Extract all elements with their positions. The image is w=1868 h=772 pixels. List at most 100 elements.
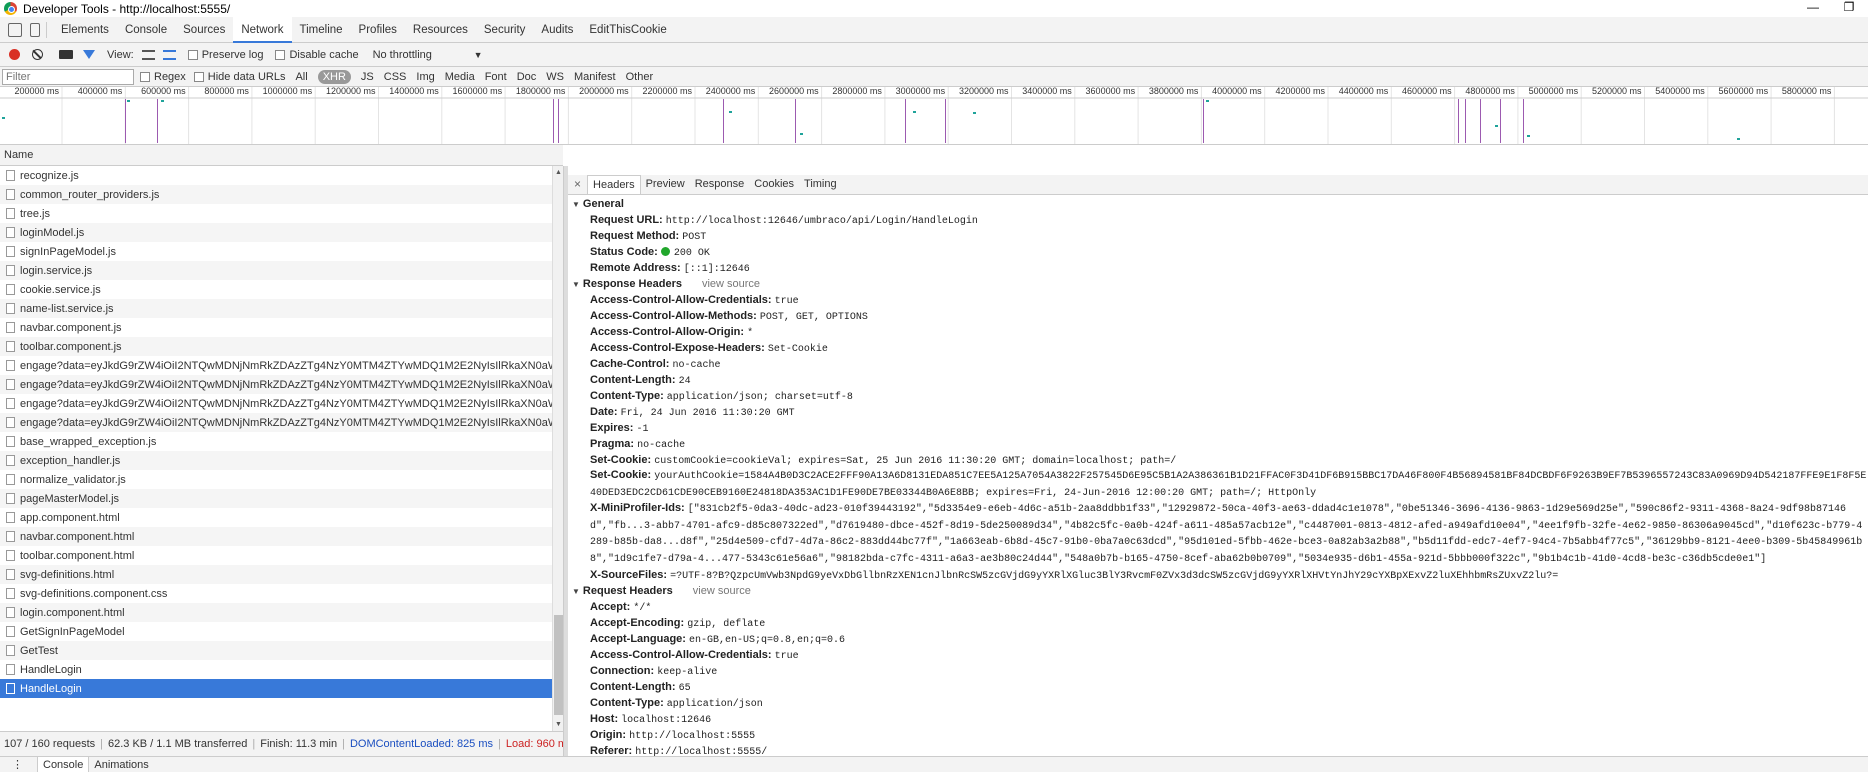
panel-tab-elements[interactable]: Elements <box>53 17 117 43</box>
scroll-up-icon[interactable]: ▲ <box>555 169 562 176</box>
request-row[interactable]: name-list.service.js <box>0 299 552 318</box>
clear-icon[interactable] <box>32 49 43 60</box>
drawer-menu-icon[interactable]: ⋮ <box>12 758 23 771</box>
request-row[interactable]: toolbar.component.js <box>0 337 552 356</box>
tab-timing[interactable]: Timing <box>799 175 842 194</box>
header-row: X-MiniProfiler-Ids: ["831cb2f5-0da3-40dc… <box>568 501 1868 567</box>
request-row[interactable]: engage?data=eyJkdG9rZW4iOiI2NTQwMDNjNmRk… <box>0 413 552 432</box>
header-value: http://localhost:12646/umbraco/api/Login… <box>665 216 978 227</box>
panel-tab-security[interactable]: Security <box>476 17 534 43</box>
request-row[interactable]: svg-definitions.html <box>0 565 552 584</box>
minimize-button[interactable]: — <box>1798 0 1828 17</box>
panel-tab-audits[interactable]: Audits <box>533 17 581 43</box>
request-row[interactable]: GetSignInPageModel <box>0 622 552 641</box>
request-row[interactable]: login.service.js <box>0 261 552 280</box>
record-icon[interactable] <box>9 49 20 60</box>
overview-tick-label: 5800000 ms <box>1782 87 1832 96</box>
panel-tab-timeline[interactable]: Timeline <box>292 17 351 43</box>
type-filter-ws[interactable]: WS <box>546 71 564 83</box>
preserve-log-checkbox[interactable]: Preserve log <box>187 49 263 61</box>
tab-headers[interactable]: Headers <box>587 175 641 194</box>
overview-request-mark <box>1737 138 1740 140</box>
overview-request-mark <box>1527 135 1530 137</box>
view-source-link[interactable]: view source <box>693 585 751 597</box>
tab-cookies[interactable]: Cookies <box>749 175 799 194</box>
request-row[interactable]: GetTest <box>0 641 552 660</box>
panel-tab-console[interactable]: Console <box>117 17 175 43</box>
request-row[interactable]: cookie.service.js <box>0 280 552 299</box>
panel-tab-resources[interactable]: Resources <box>405 17 476 43</box>
close-details-icon[interactable]: × <box>574 177 581 191</box>
request-row[interactable]: base_wrapped_exception.js <box>0 432 552 451</box>
request-row[interactable]: normalize_validator.js <box>0 470 552 489</box>
regex-checkbox[interactable]: Regex <box>140 71 186 83</box>
panel-tab-profiles[interactable]: Profiles <box>351 17 405 43</box>
tab-response[interactable]: Response <box>690 175 750 194</box>
request-row[interactable]: exception_handler.js <box>0 451 552 470</box>
request-row[interactable]: HandleLogin <box>0 679 552 698</box>
large-rows-icon[interactable] <box>141 49 155 60</box>
request-row[interactable]: engage?data=eyJkdG9rZW4iOiI2NTQwMDNjNmRk… <box>0 356 552 375</box>
request-row[interactable]: loginModel.js <box>0 223 552 242</box>
filter-icon[interactable] <box>83 50 95 59</box>
overview-tick-label: 2800000 ms <box>832 87 882 96</box>
type-filter-other[interactable]: Other <box>626 71 654 83</box>
request-row[interactable]: toolbar.component.html <box>0 546 552 565</box>
header-value: [::1]:12646 <box>683 264 750 275</box>
drawer-tab-animations[interactable]: Animations <box>89 757 153 772</box>
scroll-down-icon[interactable]: ▼ <box>555 721 562 728</box>
request-row[interactable]: tree.js <box>0 204 552 223</box>
request-row[interactable]: recognize.js <box>0 166 552 185</box>
type-filter-js[interactable]: JS <box>361 71 374 83</box>
general-section-header[interactable]: ▼ General <box>568 196 1868 212</box>
request-row[interactable]: engage?data=eyJkdG9rZW4iOiI2NTQwMDNjNmRk… <box>0 375 552 394</box>
network-overview[interactable]: 200000 ms 400000 ms 600000 ms 800000 ms 1000… <box>0 87 1868 145</box>
panel-tab-network[interactable]: Network <box>233 16 292 43</box>
request-row[interactable]: navbar.component.html <box>0 527 552 546</box>
type-filter-img[interactable]: Img <box>416 71 434 83</box>
request-row[interactable]: HandleLogin <box>0 660 552 679</box>
hide-data-urls-checkbox[interactable]: Hide data URLs <box>193 71 285 83</box>
request-row[interactable]: engage?data=eyJkdG9rZW4iOiI2NTQwMDNjNmRk… <box>0 394 552 413</box>
drawer-tab-console[interactable]: Console <box>37 756 90 772</box>
request-row[interactable]: svg-definitions.component.css <box>0 584 552 603</box>
header-name: Accept-Language: <box>590 633 686 645</box>
panel-tab-editthiscookie[interactable]: EditThisCookie <box>581 17 674 43</box>
type-filter-font[interactable]: Font <box>485 71 507 83</box>
tab-preview[interactable]: Preview <box>641 175 690 194</box>
view-source-link[interactable]: view source <box>702 278 760 290</box>
type-filter-css[interactable]: CSS <box>384 71 407 83</box>
header-row: Referer: http://localhost:5555/ <box>568 743 1868 756</box>
header-row: Accept-Encoding: gzip, deflate <box>568 615 1868 631</box>
request-row[interactable]: login.component.html <box>0 603 552 622</box>
request-name: tree.js <box>20 207 50 220</box>
capture-screenshots-icon[interactable] <box>59 50 73 59</box>
request-row[interactable]: app.component.html <box>0 508 552 527</box>
type-filter-manifest[interactable]: Manifest <box>574 71 616 83</box>
request-headers-section-header[interactable]: ▼ Request Headers view source <box>568 583 1868 599</box>
filter-input[interactable] <box>2 68 134 85</box>
overview-request-mark <box>2 117 5 119</box>
request-row[interactable]: pageMasterModel.js <box>0 489 552 508</box>
request-row[interactable]: common_router_providers.js <box>0 185 552 204</box>
type-filter-all[interactable]: All <box>295 71 307 83</box>
panel-tab-sources[interactable]: Sources <box>175 17 233 43</box>
name-column-header[interactable]: Name <box>0 145 563 166</box>
restore-button[interactable]: ❐ <box>1834 0 1864 17</box>
type-filter-doc[interactable]: Doc <box>517 71 537 83</box>
disable-cache-checkbox[interactable]: Disable cache <box>275 49 359 61</box>
type-filter-xhr[interactable]: XHR <box>317 69 351 84</box>
throttling-select[interactable]: No throttling ▼ <box>373 49 483 61</box>
header-name: Content-Type: <box>590 390 664 402</box>
scrollbar-thumb[interactable] <box>554 615 563 715</box>
inspect-element-icon[interactable] <box>8 22 22 37</box>
request-list-scrollbar[interactable]: ▲ ▼ <box>552 166 563 731</box>
response-headers-section-header[interactable]: ▼ Response Headers view source <box>568 276 1868 292</box>
overview-icon[interactable] <box>162 49 176 60</box>
request-row[interactable]: signInPageModel.js <box>0 242 552 261</box>
device-mode-icon[interactable] <box>30 22 40 37</box>
request-row[interactable]: navbar.component.js <box>0 318 552 337</box>
file-icon <box>6 474 15 485</box>
overview-tick-label: 400000 ms <box>78 87 123 96</box>
type-filter-media[interactable]: Media <box>445 71 475 83</box>
